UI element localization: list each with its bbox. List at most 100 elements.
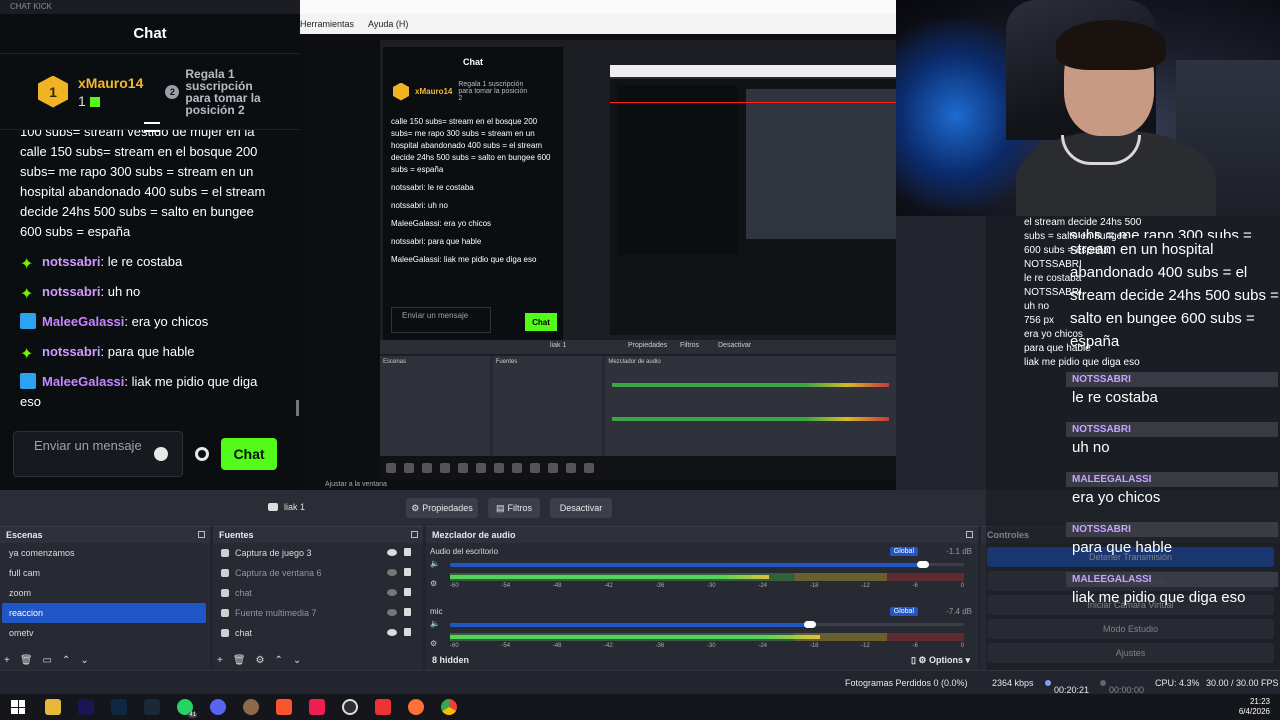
- source-settings-icon[interactable]: ⚙: [256, 655, 265, 666]
- chat-message: ✦ notssabri: uh no: [20, 282, 278, 303]
- gift-icon: [89, 96, 100, 107]
- scene-filter-icon[interactable]: ▭: [43, 655, 52, 666]
- mixer-layout-icon[interactable]: ▯ ⚙: [911, 655, 929, 665]
- move-down-icon[interactable]: ⌄: [293, 655, 301, 666]
- chat-scrollbar[interactable]: [296, 400, 299, 416]
- speaker-icon[interactable]: 🔈: [430, 619, 440, 628]
- volume-slider-knob[interactable]: [804, 621, 816, 628]
- nested-red-guide: [610, 102, 896, 103]
- photoshop-icon[interactable]: [111, 699, 127, 715]
- selected-source: liak 1: [268, 502, 305, 512]
- chat-username[interactable]: notssabri: [42, 254, 101, 269]
- nested-dock-mixer: Mezclador de audio: [605, 356, 896, 456]
- source-item[interactable]: Captura de juego 3: [213, 543, 423, 563]
- app-icon[interactable]: [243, 699, 259, 715]
- nested-task-icon: [512, 463, 522, 473]
- scene-item[interactable]: ometv: [2, 623, 206, 643]
- youtube-icon[interactable]: [375, 699, 391, 715]
- eye-icon[interactable]: [387, 629, 397, 636]
- source-item[interactable]: chat: [213, 583, 423, 603]
- emoji-icon[interactable]: [154, 447, 168, 461]
- track-settings-icon[interactable]: ⚙: [430, 639, 437, 648]
- overlay-mini-line: liak me pidio que diga eso: [1024, 357, 1140, 368]
- steam-icon[interactable]: [144, 699, 160, 715]
- properties-button[interactable]: ⚙ Propiedades: [406, 498, 478, 518]
- scene-item[interactable]: full cam: [2, 563, 206, 583]
- meter-ticks: -60 -54 -48 -42 -36 -30 -24 -18 -12 -6 0: [450, 583, 964, 589]
- scene-item[interactable]: ya comenzamos: [2, 543, 206, 563]
- files-icon[interactable]: [45, 699, 61, 715]
- settings-gear-icon[interactable]: [195, 447, 209, 461]
- sources-title: Fuentes: [219, 530, 254, 540]
- fit-window-label[interactable]: Ajustar a la ventana: [325, 481, 387, 488]
- add-scene-icon[interactable]: +: [4, 655, 10, 666]
- source-name: Fuente multimedia 7: [235, 608, 317, 618]
- discord-icon[interactable]: [210, 699, 226, 715]
- tiktok-icon[interactable]: [309, 699, 325, 715]
- dock-float-icon[interactable]: [411, 531, 418, 538]
- whatsapp-icon[interactable]: 41: [177, 699, 197, 718]
- move-up-icon[interactable]: ⌃: [62, 655, 70, 666]
- firefox-icon[interactable]: [408, 699, 424, 715]
- source-type-icon: [221, 609, 229, 617]
- chat-message-input[interactable]: Enviar un mensaje: [13, 431, 183, 477]
- eye-off-icon[interactable]: [387, 569, 397, 576]
- brave-icon[interactable]: [276, 699, 292, 715]
- overlay-text: uh no: [1072, 439, 1110, 456]
- scene-item[interactable]: zoom: [2, 583, 206, 603]
- mixer-options[interactable]: ▯ ⚙ Options ▾: [911, 655, 970, 666]
- chat-input-placeholder: Enviar un mensaje: [34, 438, 142, 453]
- track-settings-icon[interactable]: ⚙: [430, 579, 437, 588]
- dock-float-icon[interactable]: [966, 531, 973, 538]
- premiere-icon[interactable]: [78, 699, 94, 715]
- nested-obs-preview: [610, 79, 896, 335]
- add-source-icon[interactable]: +: [217, 655, 223, 666]
- obs-icon[interactable]: [342, 699, 358, 715]
- speaker-icon[interactable]: 🔈: [430, 559, 440, 568]
- taskbar-clock[interactable]: 21:23 6/4/2026: [1239, 697, 1270, 717]
- lock-icon[interactable]: [404, 548, 411, 556]
- rec-icon: [1100, 680, 1106, 686]
- filters-button[interactable]: ▤ Filtros: [488, 498, 540, 518]
- chrome-icon[interactable]: [441, 699, 457, 715]
- rank-1-medal-icon: 1: [38, 75, 68, 108]
- nested-preview: Chat xMauro14 Regala 1 suscripción para …: [380, 40, 896, 480]
- chat-message-list: ✦ notssabri: le re costaba ✦ notssabri: uh …: [20, 252, 278, 412]
- lock-icon[interactable]: [404, 588, 411, 596]
- menu-ayuda[interactable]: Ayuda (H): [368, 19, 408, 29]
- meter-tick-label: -42: [604, 643, 613, 649]
- chat-username[interactable]: notssabri: [42, 344, 101, 359]
- nested-leader-name: xMauro14: [415, 87, 453, 96]
- chat-username[interactable]: MaleeGalassi: [42, 374, 124, 389]
- nested-chat-button: Chat: [525, 313, 557, 331]
- leader-name[interactable]: xMauro14: [78, 75, 143, 91]
- deactivate-button[interactable]: Desactivar: [550, 498, 612, 518]
- eye-off-icon[interactable]: [387, 609, 397, 616]
- scene-item[interactable]: reaccion: [2, 603, 206, 623]
- nested-toolbar: liak 1 Propiedades Filtros Desactivar: [380, 340, 896, 354]
- remove-scene-icon[interactable]: 🗑: [20, 655, 33, 666]
- nested-docks: Escenas Fuentes Mezclador de audio: [380, 356, 896, 456]
- chat-send-button[interactable]: Chat: [221, 438, 277, 470]
- move-up-icon[interactable]: ⌃: [275, 655, 283, 666]
- chat-username[interactable]: MaleeGalassi: [42, 314, 124, 329]
- menu-herramientas[interactable]: Herramientas: [300, 19, 354, 29]
- nested-taskbar: [380, 456, 896, 480]
- windows-start-icon[interactable]: [11, 700, 25, 714]
- lock-icon[interactable]: [404, 628, 411, 636]
- move-down-icon[interactable]: ⌄: [80, 655, 88, 666]
- remove-source-icon[interactable]: 🗑: [233, 655, 246, 666]
- source-item[interactable]: chat: [213, 623, 423, 643]
- eye-icon[interactable]: [387, 549, 397, 556]
- lock-icon[interactable]: [404, 568, 411, 576]
- overlay-entry: MALEEGALASSI era yo chicos: [1066, 472, 1278, 508]
- lock-icon[interactable]: [404, 608, 411, 616]
- sparkle-badge-icon: ✦: [20, 286, 34, 303]
- source-item[interactable]: Captura de ventana 6: [213, 563, 423, 583]
- eye-off-icon[interactable]: [387, 589, 397, 596]
- chat-username[interactable]: notssabri: [42, 284, 101, 299]
- source-item[interactable]: Fuente multimedia 7: [213, 603, 423, 623]
- volume-slider-knob[interactable]: [917, 561, 929, 568]
- meter-tick-label: -24: [758, 583, 768, 589]
- dock-float-icon[interactable]: [198, 531, 205, 538]
